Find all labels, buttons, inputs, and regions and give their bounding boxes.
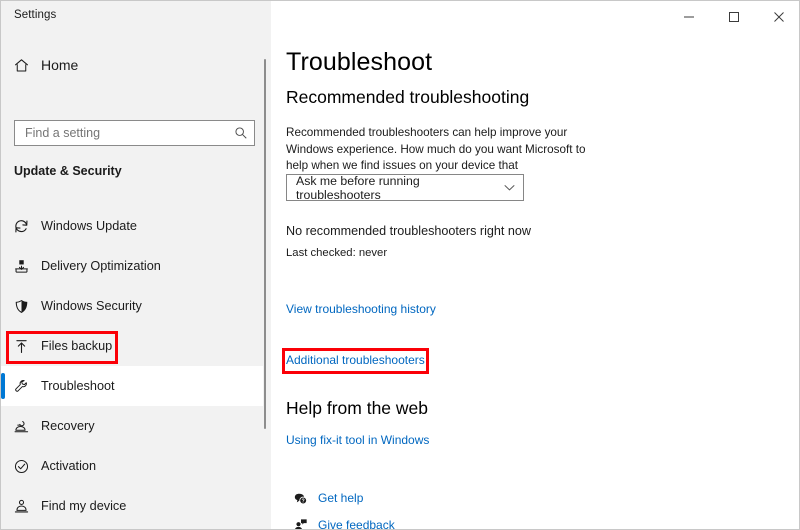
page-title: Troubleshoot xyxy=(286,48,432,77)
get-help-row[interactable]: ? Get help xyxy=(286,487,363,509)
maximize-icon xyxy=(728,11,740,23)
checkmark-circle-icon xyxy=(1,458,41,475)
recovery-icon xyxy=(1,418,41,435)
selection-accent-bar xyxy=(1,293,4,319)
selection-accent-bar xyxy=(1,453,4,479)
link-view-troubleshooting-history[interactable]: View troubleshooting history xyxy=(286,302,436,316)
close-icon xyxy=(773,11,785,23)
sidebar-category-title: Update & Security xyxy=(14,164,122,178)
maximize-button[interactable] xyxy=(711,1,756,33)
sidebar-item-recovery[interactable]: Recovery xyxy=(1,406,263,446)
selection-accent-bar xyxy=(1,333,4,359)
selection-accent-bar xyxy=(1,253,4,279)
sidebar-scrollbar[interactable] xyxy=(264,59,266,429)
sidebar-nav: Windows Update Delivery Optimization xyxy=(1,206,263,530)
sidebar-item-windows-update[interactable]: Windows Update xyxy=(1,206,263,246)
search-box[interactable] xyxy=(14,120,255,146)
sidebar-item-label: Recovery xyxy=(41,419,95,433)
feedback-person-icon xyxy=(286,518,314,530)
sidebar-item-windows-security[interactable]: Windows Security xyxy=(1,286,263,326)
link-additional-troubleshooters[interactable]: Additional troubleshooters xyxy=(286,353,425,367)
sidebar-item-find-my-device[interactable]: Find my device xyxy=(1,486,263,526)
section-heading-help-from-web: Help from the web xyxy=(286,398,428,419)
search-input[interactable] xyxy=(15,125,228,141)
status-last-checked: Last checked: never xyxy=(286,247,387,259)
chevron-down-icon xyxy=(495,181,523,194)
give-feedback-row[interactable]: Give feedback xyxy=(286,514,395,530)
sidebar-item-label: Find my device xyxy=(41,499,126,513)
minimize-icon xyxy=(683,11,695,23)
home-icon xyxy=(1,57,41,74)
window-controls xyxy=(666,1,800,33)
sidebar-item-label: Delivery Optimization xyxy=(41,259,161,273)
home-label: Home xyxy=(41,57,78,73)
search-icon xyxy=(228,126,254,140)
shield-icon xyxy=(1,298,41,315)
sidebar-item-for-developers[interactable]: For developers xyxy=(1,526,263,530)
recommended-troubleshooting-dropdown[interactable]: Ask me before running troubleshooters xyxy=(286,174,524,201)
sidebar-item-home[interactable]: Home xyxy=(1,49,263,81)
sidebar-item-label: Troubleshoot xyxy=(41,379,115,393)
question-bubble-icon: ? xyxy=(286,491,314,506)
get-help-label: Get help xyxy=(314,491,363,505)
selection-accent-bar xyxy=(1,373,5,399)
title-bar: Settings xyxy=(1,1,800,33)
backup-upload-icon xyxy=(1,338,41,355)
sidebar-item-label: Windows Security xyxy=(41,299,142,313)
minimize-button[interactable] xyxy=(666,1,711,33)
close-button[interactable] xyxy=(756,1,800,33)
sidebar: Home Update & Security xyxy=(1,33,271,530)
selection-accent-bar xyxy=(1,493,4,519)
sidebar-item-label: Files backup xyxy=(41,339,112,353)
main-content: Troubleshoot Recommended troubleshooting… xyxy=(271,33,800,530)
settings-window: Settings xyxy=(0,0,800,530)
selection-accent-bar xyxy=(1,213,4,239)
sidebar-item-label: Activation xyxy=(41,459,96,473)
wrench-icon xyxy=(1,378,41,395)
app-title: Settings xyxy=(14,9,56,21)
sidebar-item-activation[interactable]: Activation xyxy=(1,446,263,486)
selection-accent-bar xyxy=(1,413,4,439)
sidebar-item-troubleshoot[interactable]: Troubleshoot xyxy=(1,366,263,406)
status-no-troubleshooters: No recommended troubleshooters right now xyxy=(286,224,531,238)
give-feedback-label: Give feedback xyxy=(314,518,395,530)
section-heading-recommended: Recommended troubleshooting xyxy=(286,87,529,108)
dropdown-selected-value: Ask me before running troubleshooters xyxy=(287,174,495,202)
sidebar-item-files-backup[interactable]: Files backup xyxy=(1,326,263,366)
link-using-fixit-tool[interactable]: Using fix-it tool in Windows xyxy=(286,433,429,447)
sidebar-item-label: Windows Update xyxy=(41,219,137,233)
find-device-icon xyxy=(1,498,41,515)
sidebar-item-delivery-optimization[interactable]: Delivery Optimization xyxy=(1,246,263,286)
svg-text:?: ? xyxy=(301,498,304,504)
refresh-icon xyxy=(1,218,41,235)
delivery-upload-icon xyxy=(1,258,41,275)
